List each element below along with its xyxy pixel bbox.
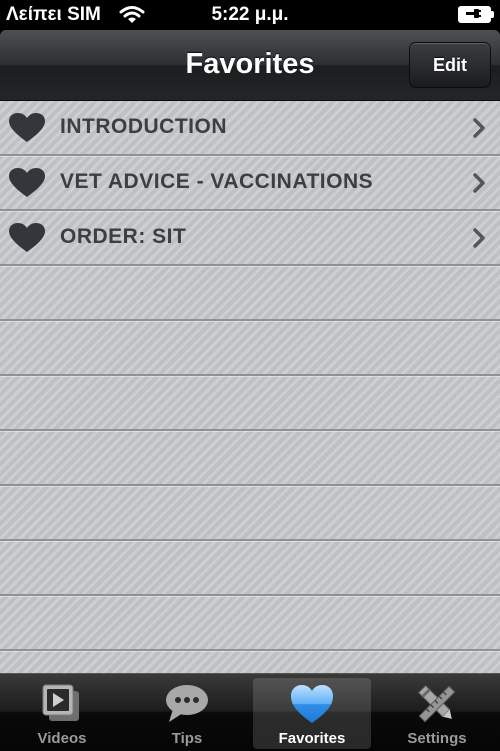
speech-bubble-icon [128, 682, 246, 726]
heart-icon [9, 223, 45, 252]
tab-settings[interactable]: Settings [378, 678, 496, 749]
settings-tools-icon [378, 682, 496, 726]
edit-button[interactable]: Edit [409, 42, 491, 88]
tab-label: Videos [37, 730, 87, 747]
list-item[interactable]: INTRODUCTION [0, 101, 500, 156]
video-icon [3, 682, 121, 726]
empty-row [0, 376, 500, 431]
empty-row [0, 266, 500, 321]
tab-label: Favorites [278, 730, 346, 747]
tab-videos[interactable]: Videos [3, 678, 121, 749]
status-time: 5:22 μ.μ. [211, 4, 289, 25]
list-item-label: ORDER: SIT [60, 225, 187, 248]
list-item[interactable]: ORDER: SIT [0, 211, 500, 266]
tab-bar: Videos Tips Favorites Settings [0, 673, 500, 751]
empty-row [0, 431, 500, 486]
empty-row [0, 651, 500, 673]
chevron-right-icon [473, 173, 485, 193]
empty-row [0, 321, 500, 376]
heart-icon [9, 168, 45, 197]
empty-row [0, 486, 500, 541]
tab-favorites[interactable]: Favorites [253, 678, 371, 749]
tab-tips[interactable]: Tips [128, 678, 246, 749]
tab-label: Settings [407, 730, 467, 747]
empty-row [0, 541, 500, 596]
battery-icon [458, 6, 494, 23]
status-bar: Λείπει SIM 5:22 μ.μ. [0, 0, 500, 30]
empty-row [0, 596, 500, 651]
navigation-bar: Favorites Edit [0, 30, 500, 101]
list-item-label: INTRODUCTION [60, 115, 227, 138]
chevron-right-icon [473, 118, 485, 138]
heart-icon [253, 682, 371, 726]
list-item-label: VET ADVICE - VACCINATIONS [60, 170, 374, 193]
favorites-list: INTRODUCTION VET ADVICE - VACCINATIONS O… [0, 101, 500, 673]
list-item[interactable]: VET ADVICE - VACCINATIONS [0, 156, 500, 211]
tab-label: Tips [171, 730, 203, 747]
chevron-right-icon [473, 228, 485, 248]
heart-icon [9, 113, 45, 142]
